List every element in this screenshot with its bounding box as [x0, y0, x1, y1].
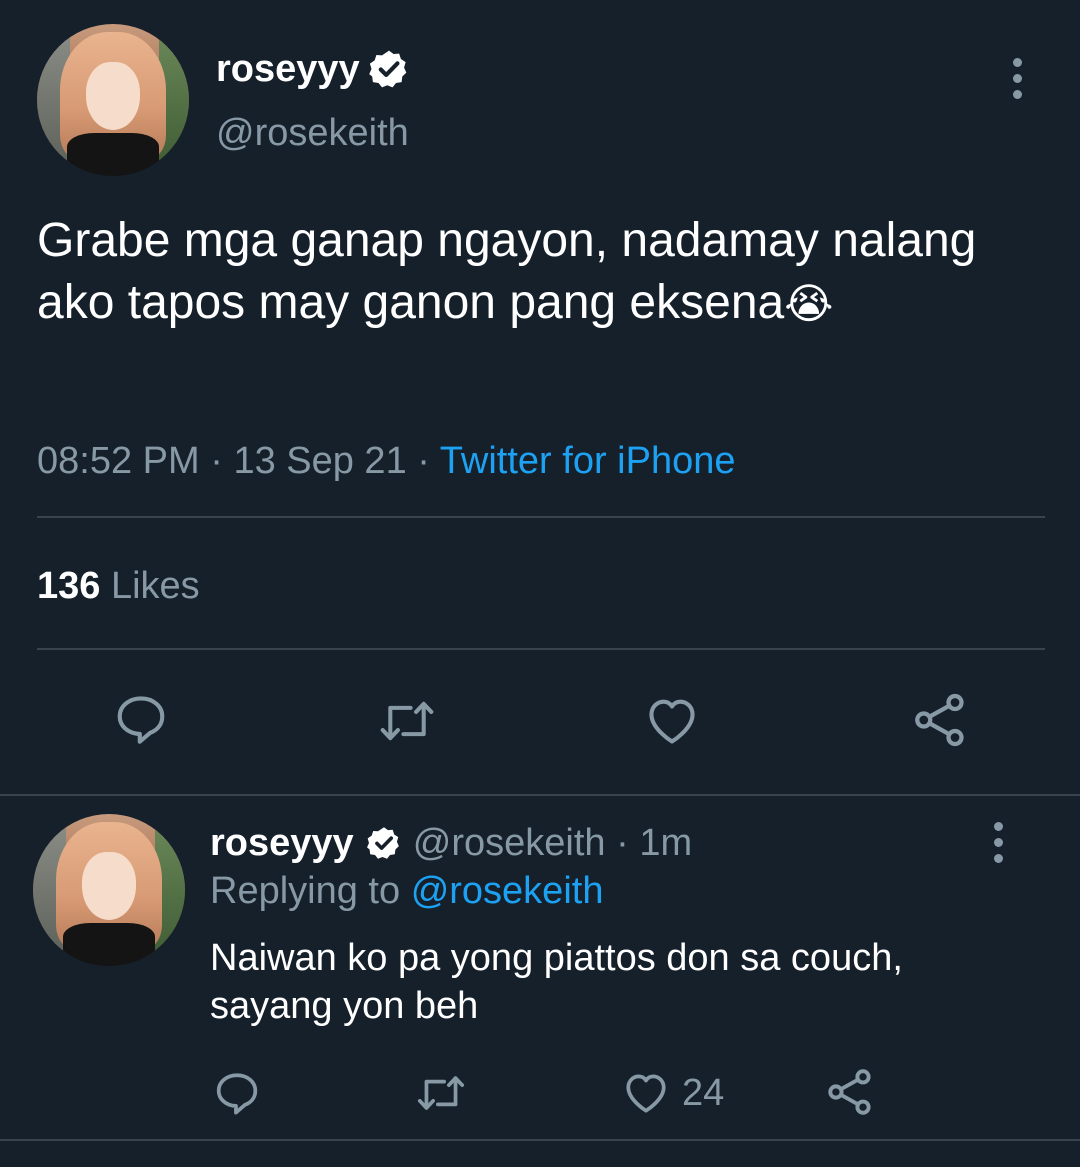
likes-stat[interactable]: 136 Likes [37, 563, 200, 609]
reply-like-icon[interactable] [621, 1068, 671, 1118]
more-options-icon[interactable] [1008, 58, 1026, 99]
like-icon[interactable] [642, 692, 702, 750]
verified-badge-icon [366, 825, 402, 872]
reply-display-name[interactable]: roseyyy [210, 822, 354, 864]
handle[interactable]: @rosekeith [216, 110, 409, 156]
reply-like-count: 24 [682, 1072, 725, 1114]
replying-to: Replying to @rosekeith [210, 870, 604, 912]
avatar[interactable] [37, 24, 189, 176]
divider [37, 648, 1045, 650]
tweet-timestamp: 08:52 PM · 13 Sep 21 · Twitter for iPhon… [37, 440, 736, 482]
share-icon[interactable] [910, 690, 970, 750]
tweet-source-link[interactable]: Twitter for iPhone [440, 440, 736, 482]
reply-header: roseyyy @rosekeith · 1m [210, 820, 692, 872]
reply-more-options-icon[interactable] [989, 822, 1007, 863]
tweet-text: Grabe mga ganap ngayon, nadamay nalang a… [37, 214, 977, 329]
divider [37, 516, 1045, 518]
reply-retweet-icon[interactable] [414, 1068, 468, 1118]
display-name[interactable]: roseyyy [216, 46, 360, 92]
reply-reply-icon[interactable] [212, 1068, 262, 1118]
reply-icon[interactable] [112, 690, 170, 748]
reply-handle[interactable]: @rosekeith [413, 822, 606, 864]
reply-share-icon[interactable] [824, 1066, 876, 1118]
retweet-icon[interactable] [376, 692, 438, 750]
replying-to-link[interactable]: @rosekeith [411, 870, 604, 912]
reply-avatar[interactable] [33, 814, 185, 966]
divider [0, 794, 1080, 796]
divider [0, 1139, 1080, 1141]
loudly-crying-face-icon: 😭 [784, 280, 834, 327]
reply-age: 1m [639, 822, 693, 864]
verified-badge-icon [368, 48, 410, 90]
reply-text: Naiwan ko pa yong piattos don sa couch, … [210, 937, 903, 1027]
